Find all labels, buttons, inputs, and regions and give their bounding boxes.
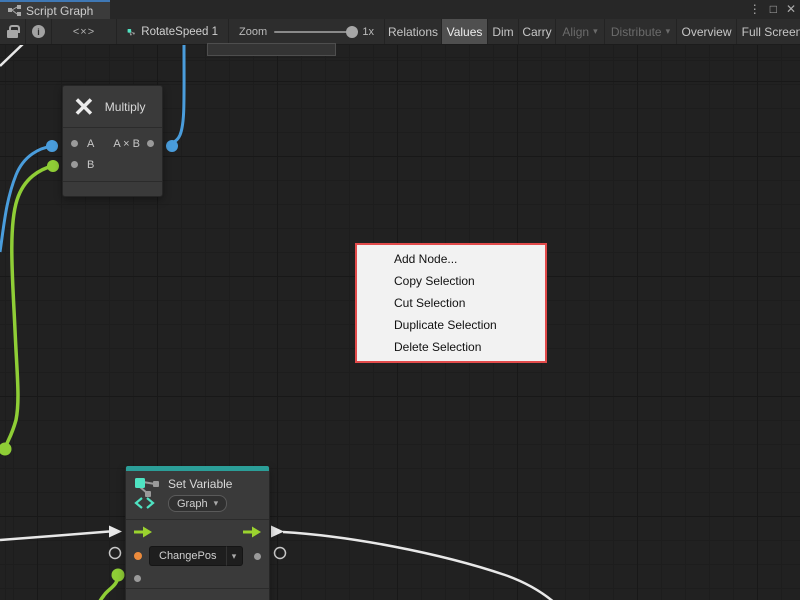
connection-endpoint-blue[interactable] (166, 140, 178, 152)
relations-button[interactable]: Relations (385, 19, 442, 44)
distribute-dropdown[interactable]: Distribute ▾ (605, 19, 677, 44)
graph-node-icon (127, 26, 135, 38)
carry-button[interactable]: Carry (519, 19, 556, 44)
tab-label: Script Graph (26, 4, 93, 18)
wire-blue-right (172, 45, 184, 146)
port-input-value[interactable] (134, 552, 142, 560)
node-title: Multiply (105, 100, 146, 114)
overview-button[interactable]: Overview (677, 19, 737, 44)
scope-dropdown-label: Graph (177, 498, 208, 510)
node-footer (63, 182, 162, 194)
menu-item-copy-selection[interactable]: Copy Selection (357, 270, 545, 292)
align-dropdown[interactable]: Align ▾ (556, 19, 605, 44)
port-label-b: B (87, 159, 94, 171)
dim-button[interactable]: Dim (488, 19, 519, 44)
tab-script-graph[interactable]: Script Graph (0, 0, 110, 19)
scope-dropdown[interactable]: Graph ▾ (168, 495, 227, 512)
close-icon[interactable]: ✕ (786, 0, 796, 19)
code-preview-button[interactable]: <×> (52, 19, 117, 44)
chevron-down-icon: ▾ (214, 498, 219, 509)
set-variable-icon (134, 477, 160, 510)
control-output-port[interactable] (243, 526, 261, 538)
variable-dropdown-label: ChangePos (149, 546, 226, 566)
port-output-value[interactable] (254, 553, 261, 560)
empty-text-field[interactable] (207, 43, 336, 56)
full-screen-button[interactable]: Full Screen (737, 19, 800, 44)
unconnected-port-circle[interactable] (275, 548, 286, 559)
info-icon: i (32, 25, 45, 38)
maximize-icon[interactable]: □ (770, 0, 777, 19)
align-label: Align (562, 25, 589, 39)
lock-icon (7, 30, 18, 38)
context-menu: Add Node... Copy Selection Cut Selection… (355, 243, 547, 363)
tab-bar: Script Graph ⋮ □ ✕ (0, 0, 800, 19)
port-label-result: A × B (113, 138, 140, 150)
multiply-header: ✕ Multiply (63, 86, 162, 127)
connection-endpoint-blue[interactable] (46, 140, 58, 152)
control-input-port[interactable] (134, 526, 152, 538)
node-set-variable[interactable]: Set Variable Graph ▾ (125, 466, 270, 600)
menu-item-delete-selection[interactable]: Delete Selection (357, 336, 545, 358)
breadcrumb-label: RotateSpeed 1 (141, 26, 218, 38)
port-input-b[interactable] (71, 161, 78, 168)
menu-item-duplicate-selection[interactable]: Duplicate Selection (357, 314, 545, 336)
lock-button[interactable] (0, 19, 26, 44)
unconnected-port-circle[interactable] (110, 548, 121, 559)
port-input-extra[interactable] (134, 575, 141, 582)
zoom-control: Zoom 1x (229, 19, 385, 44)
node-footer (126, 589, 269, 600)
breadcrumb-rotatespeed[interactable]: RotateSpeed 1 (117, 19, 229, 44)
window-menu-icon[interactable]: ⋮ (749, 0, 761, 19)
variable-dropdown[interactable]: ChangePos ▾ (149, 546, 243, 566)
zoom-slider[interactable] (274, 31, 355, 33)
window-controls: ⋮ □ ✕ (749, 0, 796, 19)
wire-white-out-setvariable (283, 532, 555, 600)
zoom-slider-handle[interactable] (346, 26, 358, 38)
port-input-a[interactable] (71, 140, 78, 147)
port-output-result[interactable] (147, 140, 154, 147)
code-icon: <×> (73, 26, 95, 38)
node-multiply[interactable]: ✕ Multiply A A × B B (62, 85, 163, 197)
chevron-down-icon: ▾ (593, 26, 598, 37)
zoom-label: Zoom (239, 26, 267, 38)
info-button[interactable]: i (26, 19, 52, 44)
set-variable-header: Set Variable Graph ▾ (126, 471, 269, 519)
control-flow-arrowhead (271, 526, 284, 538)
zoom-value: 1x (362, 26, 374, 38)
node-title: Set Variable (168, 477, 232, 491)
connection-endpoint-green[interactable] (47, 160, 59, 172)
graph-toolbar: i <×> RotateSpeed 1 Zoom 1x Relations Va… (0, 19, 800, 45)
unity-script-graph-window: Script Graph ⋮ □ ✕ i <×> RotateSpeed 1 (0, 0, 800, 600)
wire-green-bottom (98, 575, 118, 600)
connection-endpoint-green[interactable] (112, 569, 125, 582)
multiply-icon: ✕ (73, 94, 95, 120)
connection-endpoint-green[interactable] (0, 443, 12, 456)
wire-white-topleft (0, 45, 26, 66)
wire-white-into-setvariable (0, 532, 109, 541)
distribute-label: Distribute (611, 25, 662, 39)
port-label-a: A (87, 138, 94, 150)
wire-blue-left (0, 146, 52, 252)
graph-icon (8, 5, 21, 16)
values-button[interactable]: Values (442, 19, 488, 44)
menu-item-cut-selection[interactable]: Cut Selection (357, 292, 545, 314)
menu-item-add-node[interactable]: Add Node... (357, 248, 545, 270)
chevron-down-icon: ▾ (666, 26, 671, 37)
control-flow-arrowhead (109, 526, 122, 538)
wire-green-left (5, 166, 53, 449)
variable-dropdown-arrow[interactable]: ▾ (226, 546, 243, 566)
